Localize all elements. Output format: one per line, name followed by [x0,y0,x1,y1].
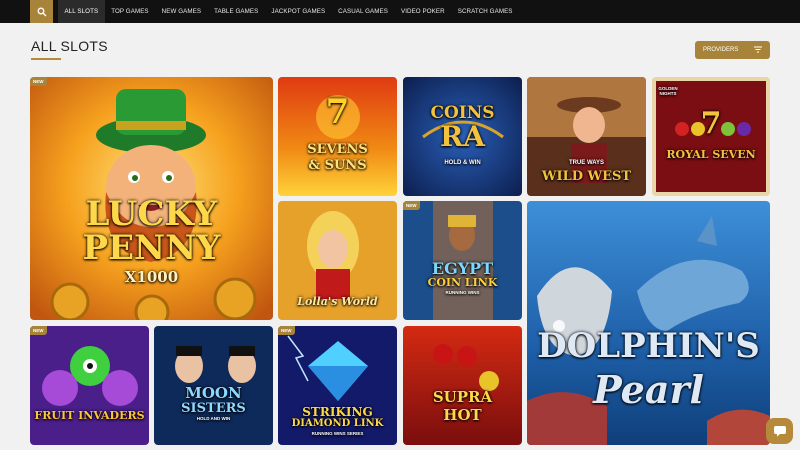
nav-jackpot-games[interactable]: JACKPOT GAMES [265,0,332,23]
nav-casual-games[interactable]: CASUAL GAMES [332,0,395,23]
royal-seven-line1: 7 [700,106,722,141]
lucky-penny-line2: PENNY [82,228,221,268]
game-tile-lucky-penny[interactable]: NEW LUCKY PENNY X1000 [30,77,273,320]
chat-icon [773,426,786,437]
providers-label: PROVIDERS [703,47,739,53]
providers-button[interactable]: PROVIDERS [695,41,770,59]
new-badge: NEW [30,326,47,335]
game-tile-fruit-invaders[interactable]: NEW FRUIT INVADERS [30,326,149,445]
top-nav-bar: ALL SLOTS TOP GAMES NEW GAMES TABLE GAME… [0,0,800,23]
game-tile-egypt-coin-link[interactable]: NEW EGYPT COIN LINK RUNNING WINS [403,201,522,320]
nav-table-games[interactable]: TABLE GAMES [208,0,265,23]
nav-all-slots[interactable]: ALL SLOTS [58,0,105,23]
wild-west-line2: WILD WEST [541,169,632,184]
royal-seven-line2: ROYAL SEVEN [666,148,756,161]
moon-sisters-line2: SISTERS [181,401,246,416]
new-badge: NEW [403,201,420,210]
game-tile-lollas-world[interactable]: Lolla's World [278,201,397,320]
moon-sisters-line1: MOON [185,384,242,402]
page-title: ALL SLOTS [31,38,108,54]
game-tile-supra-hot[interactable]: SUPRA HOT [403,326,522,445]
lollas-world-line1: Lolla's World [297,295,378,308]
title-underline [31,58,61,60]
coins-ra-line3: HOLD & WIN [444,160,481,166]
search-icon [37,7,46,16]
striking-diamond-link-line1: STRIKING [302,405,373,419]
chat-button[interactable] [766,418,793,444]
nav-top-games[interactable]: TOP GAMES [105,0,155,23]
moon-sisters-line3: HOLD AND WIN [196,416,231,421]
sevens-suns-line2: SEVENS [307,142,368,157]
egypt-coin-link-line2: COIN LINK [427,276,498,289]
filter-icon [754,46,762,53]
new-badge: NEW [30,77,47,86]
supra-hot-art [403,326,522,445]
sevens-suns-line3: & SUNS [308,158,367,173]
fruit-invaders-art [30,326,149,445]
coins-ra-line2: RA [440,120,485,153]
game-tile-sevens-suns[interactable]: 7 SEVENS & SUNS [278,77,397,196]
sevens-suns-line1: 7 [325,92,350,132]
nav-video-poker[interactable]: VIDEO POKER [394,0,451,23]
nav-scratch-games[interactable]: SCRATCH GAMES [451,0,519,23]
game-tile-moon-sisters[interactable]: MOON SISTERS HOLD AND WIN [154,326,273,445]
game-tile-striking-diamond-link[interactable]: NEW STRIKING DIAMOND LINK RUNNING WINS S… [278,326,397,445]
fruit-invaders-line1: FRUIT INVADERS [34,409,145,422]
royal-seven-line3: GOLDEN NIGHTS [658,86,678,96]
egypt-coin-link-line3: RUNNING WINS [445,290,480,295]
search-button[interactable] [30,0,53,23]
game-tile-royal-seven[interactable]: GOLDEN NIGHTS 7 ROYAL SEVEN [652,77,770,196]
lucky-penny-line1: LUCKY [85,194,218,234]
game-tile-coins-ra[interactable]: COINS RA HOLD & WIN [403,77,522,196]
game-tile-dolphins-pearl[interactable]: DOLPHIN'S Pearl [527,201,770,445]
egypt-coin-link-line1: EGYPT [431,259,494,278]
lucky-penny-line3: X1000 [124,268,179,286]
dolphins-pearl-line1: DOLPHIN'S [537,326,760,366]
new-badge: NEW [278,326,295,335]
category-nav: ALL SLOTS TOP GAMES NEW GAMES TABLE GAME… [58,0,519,23]
striking-diamond-link-line3: RUNNING WINS SERIES [311,431,364,436]
striking-diamond-link-line2: DIAMOND LINK [291,418,384,429]
nav-new-games[interactable]: NEW GAMES [155,0,207,23]
supra-hot-line1: SUPRA [432,388,493,406]
supra-hot-line2: HOT [443,406,482,424]
dolphins-pearl-line2: Pearl [593,367,704,412]
wild-west-line1: TRUE WAYS [568,160,605,166]
game-tile-wild-west[interactable]: TRUE WAYS WILD WEST [527,77,646,196]
